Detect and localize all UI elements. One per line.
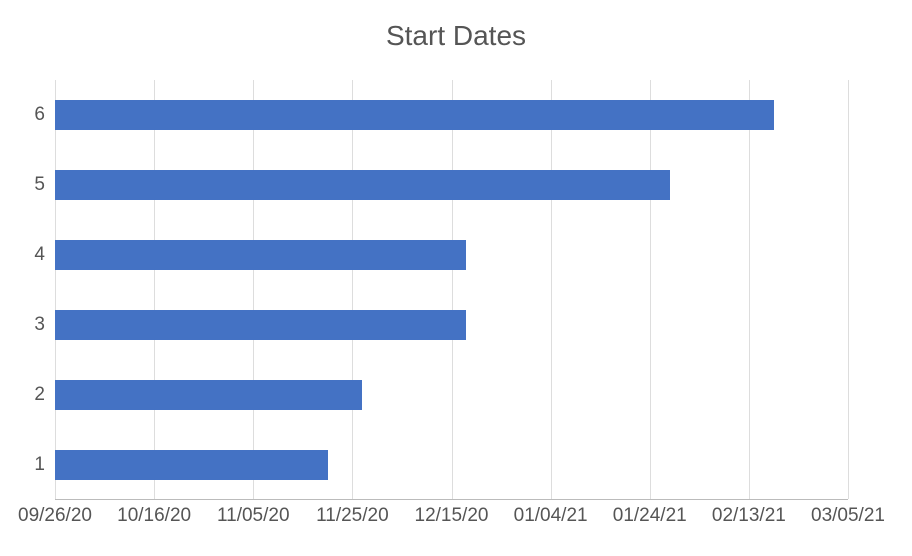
- x-tick-label: 02/13/21: [712, 505, 786, 527]
- bar-row: 3: [55, 290, 848, 360]
- bar-row: 5: [55, 150, 848, 220]
- x-tick-label: 10/16/20: [117, 505, 191, 527]
- y-tick-label: 5: [25, 174, 45, 196]
- plot-area: 123456: [55, 80, 848, 500]
- bar: [55, 170, 670, 201]
- x-tick-label: 01/04/21: [514, 505, 588, 527]
- y-tick-label: 4: [25, 244, 45, 266]
- x-tick-label: 12/15/20: [415, 505, 489, 527]
- bar: [55, 450, 328, 481]
- chart-container: Start Dates 123456 09/26/2010/16/2011/05…: [0, 0, 912, 556]
- bar-row: 2: [55, 360, 848, 430]
- chart-title: Start Dates: [10, 20, 902, 52]
- bar-row: 6: [55, 80, 848, 150]
- y-tick-label: 1: [25, 454, 45, 476]
- y-tick-label: 6: [25, 104, 45, 126]
- bar: [55, 380, 362, 411]
- bar: [55, 310, 466, 341]
- x-tick-label: 09/26/20: [18, 505, 92, 527]
- bar: [55, 100, 774, 131]
- x-axis-labels: 09/26/20 10/16/20 11/05/20 11/25/20 12/15/20…: [10, 505, 902, 535]
- x-tick-label: 03/05/21: [811, 505, 885, 527]
- bar-row: 1: [55, 430, 848, 500]
- x-tick-label: 11/25/20: [316, 505, 389, 527]
- y-tick-label: 3: [25, 314, 45, 336]
- bar: [55, 240, 466, 271]
- gridline: [848, 80, 849, 499]
- x-tick-label: 01/24/21: [613, 505, 687, 527]
- x-tick-label: 11/05/20: [217, 505, 290, 527]
- y-tick-label: 2: [25, 384, 45, 406]
- bar-row: 4: [55, 220, 848, 290]
